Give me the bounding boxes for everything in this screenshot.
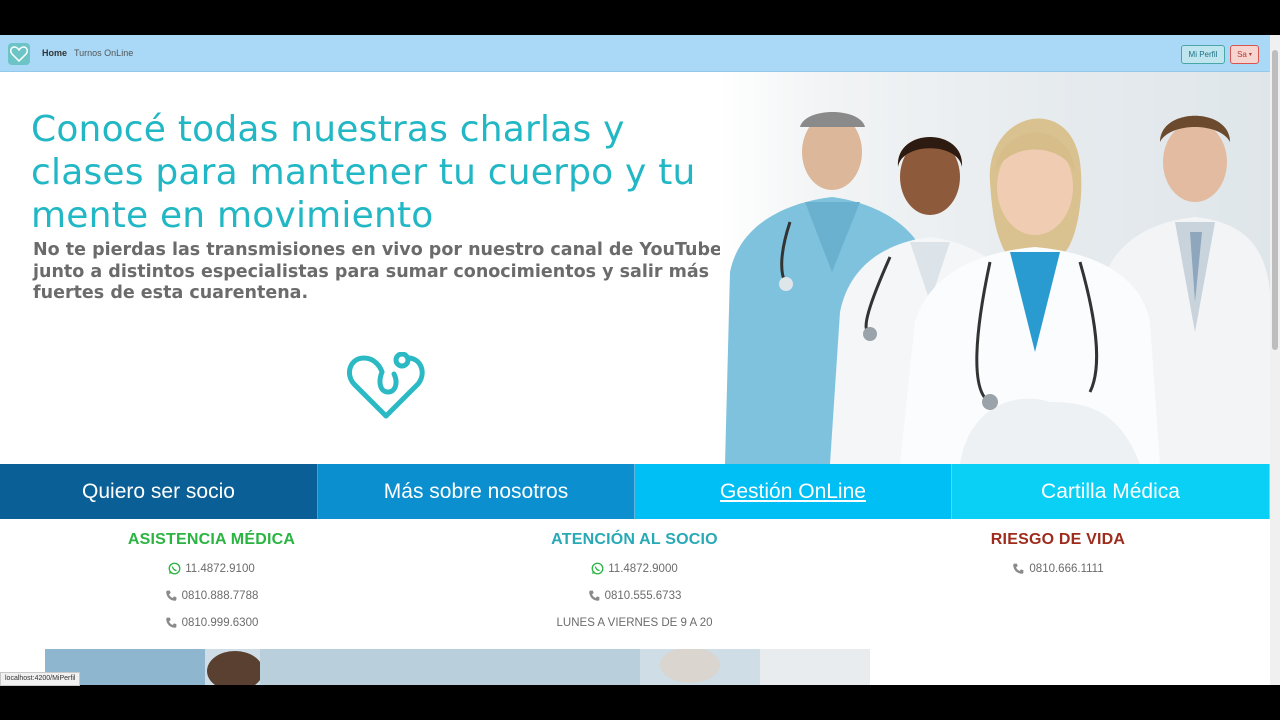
top-navbar: Home Turnos OnLine Mi Perfil Sa ▾	[0, 35, 1270, 72]
phone-number: 0810.666.1111	[1029, 562, 1104, 575]
status-bar-url: localhost:4200/MiPerfil	[0, 672, 81, 686]
doctors-illustration	[725, 112, 1270, 464]
hero-banner: Conocé todas nuestras charlas y clases p…	[0, 72, 1270, 464]
stethoscope-heart-icon	[347, 352, 425, 419]
whatsapp-icon	[591, 562, 604, 575]
phone-icon	[1013, 563, 1024, 574]
whatsapp-icon	[168, 562, 181, 575]
user-menu-label: Sa	[1237, 50, 1247, 59]
hours-row: LUNES A VIERNES DE 9 A 20	[423, 609, 846, 636]
phone-number: 0810.999.6300	[181, 616, 259, 629]
phone-row[interactable]: 0810.999.6300	[0, 609, 423, 636]
browser-viewport: Home Turnos OnLine Mi Perfil Sa ▾ Conocé…	[0, 35, 1270, 685]
asistencia-title: ASISTENCIA MÉDICA	[127, 531, 296, 548]
office-hours: LUNES A VIERNES DE 9 A 20	[556, 616, 713, 629]
nav-turnos-link[interactable]: Turnos OnLine	[74, 48, 133, 58]
phone-row[interactable]: 0810.555.6733	[423, 582, 846, 609]
phone-row[interactable]: 0810.666.1111	[846, 555, 1270, 582]
scrollbar-thumb[interactable]	[1272, 50, 1278, 350]
gestion-online-button[interactable]: Gestión OnLine	[635, 464, 952, 519]
hero-title: Conocé todas nuestras charlas y clases p…	[31, 109, 696, 236]
phone-number: 0810.888.7788	[181, 589, 259, 602]
cartilla-medica-button[interactable]: Cartilla Médica	[952, 464, 1270, 519]
whatsapp-number: 11.4872.9100	[185, 562, 255, 575]
mas-sobre-nosotros-button[interactable]: Más sobre nosotros	[318, 464, 635, 519]
asistencia-medica-column: ASISTENCIA MÉDICA 11.4872.9100 0810.888.…	[0, 531, 423, 636]
nav-home-link[interactable]: Home	[42, 48, 67, 58]
caret-down-icon: ▾	[1248, 52, 1252, 58]
atencion-al-socio-column: ATENCIÓN AL SOCIO 11.4872.9000 0810.555.…	[423, 531, 846, 636]
user-menu-dropdown[interactable]: Sa ▾	[1230, 45, 1259, 64]
button-label: Cartilla Médica	[1041, 479, 1180, 503]
main-actions-bar: Quiero ser socio Más sobre nosotros Gest…	[0, 464, 1270, 519]
hero-subtitle: No te pierdas las transmisiones en vivo …	[33, 240, 722, 303]
button-label: Más sobre nosotros	[383, 479, 569, 503]
phone-icon	[165, 617, 176, 628]
next-section-preview	[0, 649, 1270, 685]
quiero-ser-socio-button[interactable]: Quiero ser socio	[0, 464, 318, 519]
phone-icon	[165, 590, 176, 601]
doctors-photo	[720, 72, 1270, 464]
phone-row[interactable]: 0810.888.7788	[0, 582, 423, 609]
mi-perfil-button[interactable]: Mi Perfil	[1181, 45, 1225, 64]
whatsapp-row[interactable]: 11.4872.9000	[423, 555, 846, 582]
contact-section: ASISTENCIA MÉDICA 11.4872.9100 0810.888.…	[0, 519, 846, 649]
riesgo-de-vida-column: RIESGO DE VIDA 0810.666.1111	[846, 531, 1270, 582]
whatsapp-row[interactable]: 11.4872.9100	[0, 555, 423, 582]
button-label: Gestión OnLine	[720, 479, 866, 503]
riesgo-title: RIESGO DE VIDA	[990, 531, 1126, 548]
phone-icon	[588, 590, 599, 601]
whatsapp-number: 11.4872.9000	[608, 562, 678, 575]
atencion-title: ATENCIÓN AL SOCIO	[551, 531, 718, 548]
button-label: Quiero ser socio	[82, 479, 235, 503]
phone-number: 0810.555.6733	[604, 589, 682, 602]
heart-logo-icon	[10, 46, 28, 62]
brand-logo[interactable]	[8, 43, 30, 65]
section-photo-preview	[45, 649, 870, 685]
